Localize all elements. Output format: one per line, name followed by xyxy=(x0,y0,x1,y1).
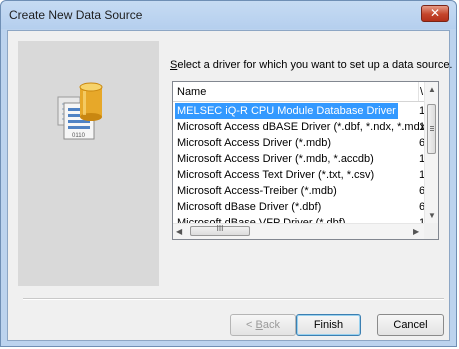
driver-row[interactable]: Microsoft dBase VFP Driver (*.dbf) 1 xyxy=(173,215,425,223)
wizard-side-panel: 0110 xyxy=(18,41,159,286)
driver-list[interactable]: Name \ MELSEC iQ-R CPU Module Database D… xyxy=(172,81,439,240)
column-header-name[interactable]: Name xyxy=(177,86,206,98)
column-divider[interactable] xyxy=(418,82,419,101)
data-source-icon: 0110 xyxy=(57,82,103,140)
horizontal-scroll-thumb[interactable]: III xyxy=(190,224,250,236)
title-bar: Create New Data Source ✕ xyxy=(1,1,456,29)
window-title: Create New Data Source xyxy=(9,8,143,22)
cancel-button[interactable]: Cancel xyxy=(377,314,444,336)
driver-row[interactable]: Microsoft Access Text Driver (*.txt, *.c… xyxy=(173,167,425,183)
vertical-scrollbar[interactable]: ▲ ▼ xyxy=(424,82,438,223)
column-header-version[interactable]: \ xyxy=(420,86,423,98)
driver-row[interactable]: Microsoft Access Driver (*.mdb) 6 xyxy=(173,135,425,151)
driver-row[interactable]: MELSEC iQ-R CPU Module Database Driver 1 xyxy=(173,103,425,119)
svg-text:0110: 0110 xyxy=(72,133,86,139)
driver-row[interactable]: Microsoft Access dBASE Driver (*.dbf, *.… xyxy=(173,119,425,135)
scroll-up-arrow-icon[interactable]: ▲ xyxy=(428,85,436,94)
vertical-scroll-thumb[interactable] xyxy=(427,104,436,154)
close-icon: ✕ xyxy=(429,6,441,20)
dialog-window: Create New Data Source ✕ 0110 Select a d… xyxy=(0,0,457,347)
driver-row[interactable]: Microsoft Access Driver (*.mdb, *.accdb)… xyxy=(173,151,425,167)
driver-row[interactable]: Microsoft dBase Driver (*.dbf) 6 xyxy=(173,199,425,215)
horizontal-scrollbar[interactable]: ◀ III ▶ xyxy=(173,223,424,239)
finish-button[interactable]: Finish xyxy=(296,314,361,336)
scroll-left-arrow-icon[interactable]: ◀ xyxy=(176,227,182,236)
close-button[interactable]: ✕ xyxy=(421,5,449,22)
scrollbar-corner xyxy=(424,223,438,239)
button-separator xyxy=(23,298,444,300)
list-header: Name \ xyxy=(173,82,425,102)
scroll-down-arrow-icon[interactable]: ▼ xyxy=(428,211,436,220)
instruction-text: Select a driver for which you want to se… xyxy=(170,59,453,71)
dialog-body: 0110 Select a driver for which you want … xyxy=(7,30,453,341)
driver-row[interactable]: Microsoft Access-Treiber (*.mdb) 6 xyxy=(173,183,425,199)
scroll-right-arrow-icon[interactable]: ▶ xyxy=(413,227,419,236)
back-button[interactable]: < Back xyxy=(230,314,296,336)
